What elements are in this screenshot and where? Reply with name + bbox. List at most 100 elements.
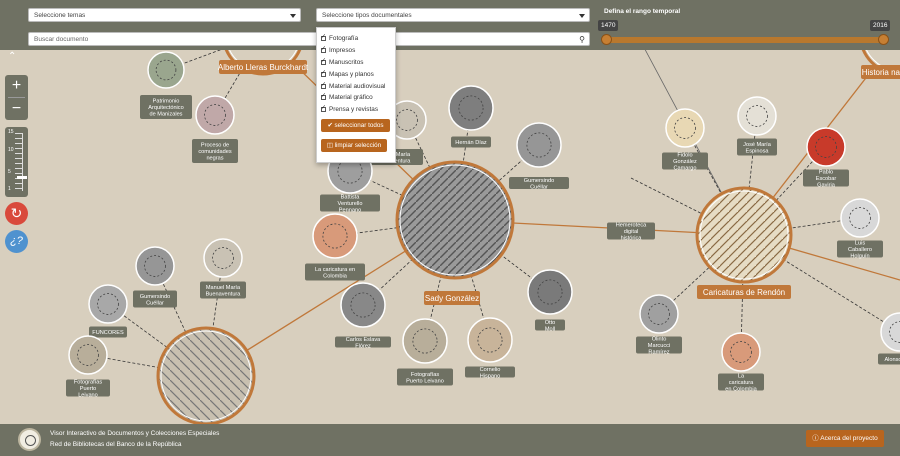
hub-image[interactable] (156, 326, 256, 424)
node-label: Luis (855, 241, 865, 247)
hub-image[interactable] (395, 160, 515, 280)
node-thumbnail[interactable] (721, 332, 761, 372)
node-thumbnail[interactable] (880, 312, 900, 352)
document-node[interactable]: Hemerotecadigitalhistórica (607, 222, 655, 242)
checkbox[interactable] (321, 33, 326, 42)
slider-handle[interactable] (17, 176, 27, 179)
node-thumbnail[interactable] (840, 198, 880, 238)
doc-type-option[interactable]: Material gráfico (321, 92, 391, 104)
node-thumbnail[interactable] (448, 85, 494, 131)
doc-types-select[interactable]: Seleccione tipos documentales (316, 8, 590, 22)
search-icon[interactable]: ⚲ (579, 35, 585, 44)
checkbox[interactable] (321, 69, 326, 77)
select-all-button[interactable]: ✔ seleccionar todos (321, 118, 390, 132)
node-thumbnail[interactable] (68, 335, 108, 375)
document-node[interactable]: Proceso decomunidadesnegras (192, 95, 238, 163)
node-thumbnail[interactable] (135, 246, 175, 286)
hub-image[interactable] (695, 186, 793, 284)
node-label: La caricatura en (315, 267, 355, 273)
checkbox[interactable] (321, 81, 326, 89)
range-start-handle[interactable] (601, 34, 612, 45)
document-node[interactable]: La caricatura enColombia (305, 213, 365, 281)
document-node[interactable]: FotografíasPuertoLeivano (66, 335, 110, 399)
node-thumbnail[interactable] (340, 282, 386, 328)
document-node[interactable]: Hernán Díaz (448, 85, 494, 148)
search-placeholder: Buscar documento (34, 36, 89, 43)
node-label: Escobar (816, 176, 837, 182)
node-thumbnail[interactable] (402, 318, 448, 364)
themes-select[interactable]: Seleccione temas (28, 8, 301, 22)
doc-type-option[interactable]: Impresos (321, 45, 391, 57)
hub-label: Caricaturas de Rendón (703, 288, 785, 297)
doc-type-option[interactable]: Material audiovisual (321, 80, 391, 92)
document-node[interactable]: FUNCORES (88, 284, 128, 338)
node-thumbnail[interactable] (147, 51, 185, 89)
about-project-button[interactable]: ⓘ Acerca del proyecto (806, 430, 884, 447)
document-node[interactable]: Manuel MaríaBuenaventura (200, 238, 246, 299)
node-label: Carlos Eslava (346, 337, 381, 343)
document-node[interactable]: GumersindoCuéllar (133, 246, 177, 308)
node-thumbnail[interactable] (195, 95, 235, 135)
network-graph[interactable]: Sady González Caricaturas de Rendón Albert… (0, 50, 900, 424)
doc-type-option[interactable]: Prensa y revistas (321, 104, 391, 116)
doc-type-option[interactable]: Mapas y planos (321, 68, 391, 80)
node-thumbnail[interactable] (806, 127, 846, 167)
node-label: Cuéllar (146, 300, 164, 306)
checkbox[interactable] (321, 92, 326, 101)
node-label: Cornelio (480, 367, 501, 373)
node-thumbnail[interactable] (516, 122, 562, 168)
node-thumbnail[interactable] (467, 317, 513, 363)
document-node[interactable]: LuisCaballeroHolguín (837, 198, 883, 260)
document-node[interactable]: PabloEscobarGaviria (803, 127, 849, 189)
help-icon: ¿? (10, 235, 23, 247)
node-label: de Manizales (150, 112, 183, 118)
reset-button[interactable]: ↻ (5, 202, 28, 225)
zoom-in-button[interactable]: + (5, 76, 28, 96)
hub-node[interactable] (156, 326, 256, 424)
node-label: Hemeroteca (616, 223, 647, 229)
document-node[interactable]: CornelioHispano (465, 317, 515, 379)
node-thumbnail[interactable] (527, 269, 573, 315)
hub-label: Historia nat (862, 68, 900, 77)
document-node[interactable]: GumersindoCuéllar (509, 122, 569, 190)
hub-node[interactable]: Historia nat (860, 50, 900, 79)
range-slider-track[interactable] (606, 37, 884, 43)
node-thumbnail[interactable] (665, 108, 705, 148)
zoom-out-button[interactable]: − (5, 99, 28, 119)
range-title: Defina el rango temporal (604, 8, 681, 15)
node-thumbnail[interactable] (88, 284, 128, 324)
document-node[interactable]: OttoMoll (527, 269, 573, 332)
document-node[interactable]: José MaríaEspinosa (737, 96, 777, 156)
node-thumbnail[interactable] (312, 213, 358, 259)
checkbox[interactable] (321, 57, 326, 65)
range-end-handle[interactable] (878, 34, 889, 45)
node-label: Patrimonio (153, 99, 180, 105)
checkbox[interactable] (321, 45, 326, 54)
doc-type-option[interactable]: Fotografía (321, 33, 391, 45)
clear-selection-button[interactable]: ◫ limpiar selección (321, 138, 387, 152)
search-input[interactable]: Buscar documento ⚲ (28, 32, 590, 46)
hub-node[interactable]: Caricaturas de Rendón (695, 186, 793, 299)
help-button[interactable]: ¿? (5, 230, 28, 253)
doc-type-option[interactable]: Manuscritos (321, 57, 391, 69)
doc-types-dropdown: Fotografía Impresos Manuscritos Mapas y … (316, 27, 396, 163)
node-thumbnail[interactable] (639, 294, 679, 334)
hub-node[interactable]: Sady González (395, 160, 515, 305)
node-label: Hispano (480, 373, 501, 379)
chevron-up-icon[interactable]: ⌃ (8, 51, 16, 62)
document-node[interactable]: OlintoMarcucciRamírez (636, 294, 682, 356)
zoom-level-slider[interactable]: 15 10 5 1 (5, 127, 28, 197)
document-node[interactable]: Carlos EslavaFlórez (335, 282, 391, 349)
node-thumbnail[interactable] (737, 96, 777, 136)
node-thumbnail[interactable] (203, 238, 243, 278)
document-node[interactable]: FidoloGonzálezCamargo (662, 108, 708, 172)
node-label: Leivano (78, 393, 98, 399)
document-node[interactable]: PatrimonioArquitectónicode Manizales (140, 51, 192, 119)
node-label: en Colombia (725, 387, 757, 393)
document-node[interactable]: FotografíasPuerto Leivano (397, 318, 453, 386)
chevron-down-icon (579, 14, 585, 18)
hub-node[interactable]: Alberto Lleras Burckhardt (218, 50, 309, 76)
checkbox[interactable] (321, 104, 326, 113)
document-node[interactable]: Lacaricaturaen Colombia (718, 332, 764, 393)
node-label: caricatura (729, 380, 754, 386)
